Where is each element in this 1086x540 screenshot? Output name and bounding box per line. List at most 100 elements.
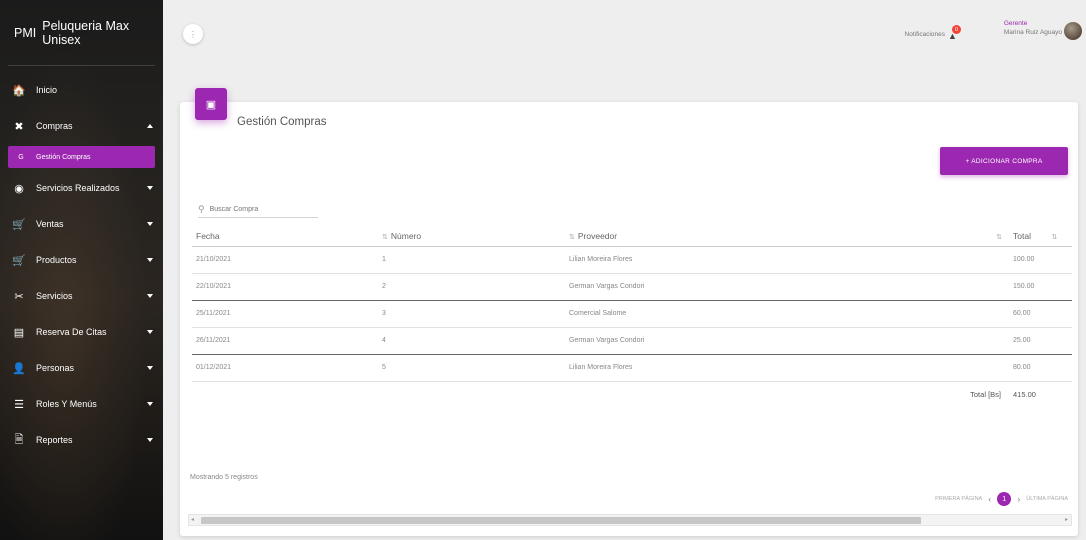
scroll-left-icon[interactable]: ◂ bbox=[191, 516, 194, 523]
cart-icon: 🛒 bbox=[12, 218, 26, 231]
chevron-down-icon bbox=[147, 222, 153, 226]
cell-proveedor: Comercial Salome bbox=[569, 300, 903, 328]
sidebar-item-label: Roles Y Menús bbox=[36, 399, 97, 409]
sidebar-item-compras[interactable]: ✖ Compras bbox=[0, 108, 163, 144]
cell-proveedor: Lilian Moreira Flores bbox=[569, 354, 903, 382]
cell-numero: 2 bbox=[382, 273, 569, 301]
add-purchase-button[interactable]: + ADICIONAR COMPRA bbox=[940, 147, 1068, 175]
column-header-proveedor[interactable]: ⇅ Proveedor bbox=[569, 226, 903, 247]
cart-off-icon: ✖ bbox=[14, 120, 24, 133]
first-page-link[interactable]: PRIMERA PÁGINA bbox=[935, 496, 982, 502]
search-icon: ⚲ bbox=[198, 204, 205, 214]
avatar[interactable] bbox=[1064, 22, 1082, 40]
sidebar-item-gestion-compras[interactable]: G Gestión Compras bbox=[8, 146, 155, 168]
sidebar-item-ventas[interactable]: 🛒 Ventas bbox=[0, 206, 163, 242]
sort-icon: ⇅ bbox=[382, 233, 388, 241]
brand-abbr: PMI bbox=[14, 25, 37, 40]
user-menu[interactable]: Gerente Marina Ruiz Aguayo bbox=[1004, 20, 1062, 38]
cell-numero: 4 bbox=[382, 327, 569, 355]
bell-icon: ▲ 0 bbox=[948, 25, 961, 41]
clock-icon: ◉ bbox=[14, 182, 24, 195]
records-count: Mostrando 5 registros bbox=[190, 474, 258, 481]
last-page-link[interactable]: ÚLTIMA PÁGINA bbox=[1026, 496, 1068, 502]
sidebar-item-label: Reserva De Citas bbox=[36, 327, 107, 337]
more-vert-icon[interactable]: ⋮ bbox=[183, 24, 203, 44]
column-header-fecha[interactable]: Fecha bbox=[192, 226, 382, 247]
notification-badge: 0 bbox=[952, 25, 961, 34]
column-header-total[interactable]: Total ⇅ bbox=[1013, 226, 1072, 247]
scrollbar-thumb[interactable] bbox=[201, 517, 921, 524]
sidebar-item-reportes[interactable]: 🗎 Reportes bbox=[0, 422, 163, 458]
sidebar-item-label: Ventas bbox=[36, 219, 64, 229]
cell-fecha: 22/10/2021 bbox=[192, 273, 382, 301]
cell-proveedor: German Vargas Condori bbox=[569, 327, 903, 355]
sidebar-item-label: Personas bbox=[36, 363, 75, 373]
clipboard-icon: ▣ bbox=[195, 88, 227, 120]
sidebar: PMI Peluqueria Max Unisex 🏠 Inicio ✖ Com… bbox=[0, 0, 163, 540]
cell-fecha: 26/11/2021 bbox=[192, 327, 382, 355]
scroll-right-icon[interactable]: ▸ bbox=[1065, 516, 1068, 523]
sidebar-nav: 🏠 Inicio ✖ Compras G Gestión Compras ◉ S… bbox=[0, 72, 163, 458]
cell-total: 80.00 bbox=[1013, 354, 1072, 382]
search-input[interactable] bbox=[209, 206, 305, 213]
purchases-table: Fecha ⇅ Número ⇅ Proveedor ⇅ Total ⇅ 21/10… bbox=[192, 226, 1072, 408]
table-row[interactable]: 21/10/2021 1 Lilian Moreira Flores 100.0… bbox=[192, 246, 1072, 274]
search-box: ⚲ bbox=[198, 202, 318, 218]
cell-total: 60.00 bbox=[1013, 300, 1072, 328]
sidebar-item-productos[interactable]: 🛒 Productos bbox=[0, 242, 163, 278]
total-row: Total [Bs] 415.00 bbox=[192, 381, 1072, 408]
brand-name: Peluqueria Max Unisex bbox=[42, 18, 130, 47]
topbar: ⋮ Notificaciones ▲ 0 Gerente Marina Ruiz… bbox=[163, 0, 1086, 60]
table-header-row: Fecha ⇅ Número ⇅ Proveedor ⇅ Total ⇅ bbox=[192, 226, 1072, 247]
table-row[interactable]: 22/10/2021 2 German Vargas Condori 150.0… bbox=[192, 273, 1072, 301]
column-header-numero[interactable]: ⇅ Número bbox=[382, 226, 569, 247]
sort-icon: ⇅ bbox=[996, 233, 1002, 241]
chevron-down-icon bbox=[147, 330, 153, 334]
total-value: 415.00 bbox=[1013, 390, 1036, 400]
sidebar-item-servicios-realizados[interactable]: ◉ Servicios Realizados bbox=[0, 170, 163, 206]
cell-total: 150.00 bbox=[1013, 273, 1072, 301]
main-card: ▣ Gestión Compras + ADICIONAR COMPRA ⚲ F… bbox=[180, 88, 1078, 536]
sidebar-item-label: Compras bbox=[36, 121, 73, 131]
chevron-down-icon bbox=[147, 258, 153, 262]
cell-total: 100.00 bbox=[1013, 246, 1072, 274]
chevron-up-icon bbox=[147, 124, 153, 128]
sidebar-item-label: Gestión Compras bbox=[36, 153, 91, 161]
cell-total: 25.00 bbox=[1013, 327, 1072, 355]
table-row[interactable]: 25/11/2021 3 Comercial Salome 60.00 bbox=[192, 300, 1072, 328]
pagination: PRIMERA PÁGINA ‹ 1 › ÚLTIMA PÁGINA bbox=[935, 492, 1068, 506]
person-icon: 👤 bbox=[12, 362, 26, 375]
page-title: Gestión Compras bbox=[237, 116, 327, 128]
cell-fecha: 21/10/2021 bbox=[192, 246, 382, 274]
sidebar-item-servicios[interactable]: ✂ Servicios bbox=[0, 278, 163, 314]
cell-numero: 3 bbox=[382, 300, 569, 328]
cell-proveedor: German Vargas Condori bbox=[569, 273, 903, 301]
list-icon: ☰ bbox=[14, 398, 24, 411]
chevron-down-icon bbox=[147, 186, 153, 190]
table-row[interactable]: 01/12/2021 5 Lilian Moreira Flores 80.00 bbox=[192, 354, 1072, 382]
notifications-label: Notificaciones bbox=[904, 30, 945, 38]
sort-icon: ⇅ bbox=[1051, 233, 1058, 241]
sidebar-item-label: Productos bbox=[36, 255, 77, 265]
sidebar-item-roles-y-menus[interactable]: ☰ Roles Y Menús bbox=[0, 386, 163, 422]
scissors-icon: ✂ bbox=[14, 290, 24, 303]
calendar-icon: ▤ bbox=[13, 326, 25, 339]
horizontal-scrollbar[interactable]: ◂ ▸ bbox=[188, 514, 1072, 526]
brand[interactable]: PMI Peluqueria Max Unisex bbox=[8, 0, 155, 66]
column-header-empty[interactable]: ⇅ bbox=[903, 226, 1013, 247]
page-1-button[interactable]: 1 bbox=[997, 492, 1012, 506]
shopping-cart-icon: 🛒 bbox=[12, 254, 26, 267]
sidebar-item-reserva-de-citas[interactable]: ▤ Reserva De Citas bbox=[0, 314, 163, 350]
sidebar-item-label: Reportes bbox=[36, 435, 73, 445]
cell-fecha: 01/12/2021 bbox=[192, 354, 382, 382]
sidebar-item-inicio[interactable]: 🏠 Inicio bbox=[0, 72, 163, 108]
chevron-left-icon[interactable]: ‹ bbox=[988, 494, 991, 504]
cell-fecha: 25/11/2021 bbox=[192, 300, 382, 328]
sidebar-item-personas[interactable]: 👤 Personas bbox=[0, 350, 163, 386]
table-row[interactable]: 26/11/2021 4 German Vargas Condori 25.00 bbox=[192, 327, 1072, 355]
sidebar-item-label: Servicios bbox=[36, 291, 73, 301]
cell-numero: 5 bbox=[382, 354, 569, 382]
notifications-button[interactable]: Notificaciones ▲ 0 bbox=[904, 25, 961, 41]
home-icon: 🏠 bbox=[12, 84, 26, 97]
chevron-right-icon[interactable]: › bbox=[1017, 494, 1020, 504]
